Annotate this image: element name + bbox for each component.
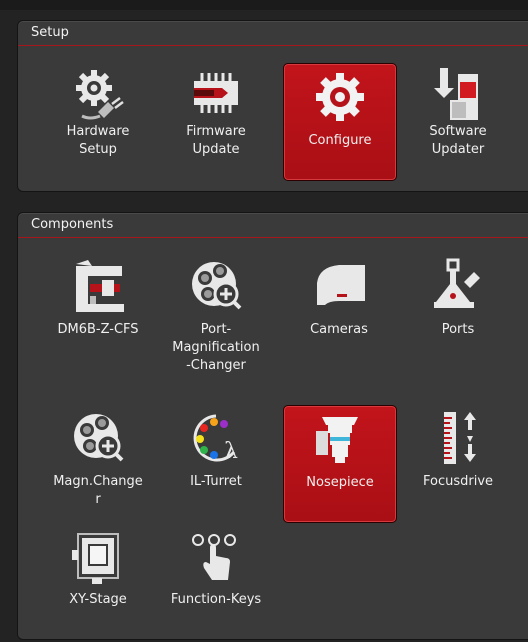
filter-turret-icon: λ <box>186 409 246 467</box>
top-strip <box>0 0 528 10</box>
nosepiece-button[interactable]: Nosepiece <box>283 405 397 523</box>
ports-icon <box>428 257 488 315</box>
port-magnification-changer-button[interactable]: Port- Magnification -Changer <box>160 257 272 375</box>
gear-icon <box>310 68 370 126</box>
focusdrive-button[interactable]: Focusdrive <box>402 409 514 491</box>
software-updater-button[interactable]: Software Updater <box>402 65 514 177</box>
ports-button[interactable]: Ports <box>402 257 514 339</box>
firmware-update-button[interactable]: Firmware Update <box>160 65 272 177</box>
hardware-setup-label: Hardware Setup <box>66 124 130 157</box>
chip-icon <box>186 65 246 123</box>
configure-button[interactable]: Configure <box>283 63 397 181</box>
ports-label: Ports <box>441 322 475 337</box>
dm6b-z-cfs-button[interactable]: DM6B-Z-CFS <box>42 257 154 339</box>
focusdrive-label: Focusdrive <box>422 474 494 489</box>
magnification-changer-icon <box>186 257 246 315</box>
xy-stage-label: XY-Stage <box>69 592 127 607</box>
xy-stage-icon <box>68 529 128 587</box>
il-turret-label: IL-Turret <box>190 474 242 489</box>
software-updater-label: Software Updater <box>429 124 487 157</box>
magnification-changer-icon <box>68 409 128 467</box>
magn-changer-button[interactable]: Magn.Change r <box>42 409 154 509</box>
software-update-icon <box>428 65 488 123</box>
components-header: Components <box>18 213 528 238</box>
setup-panel: Setup Hardware Setup Firmware Update Con… <box>17 20 528 192</box>
hardware-setup-button[interactable]: Hardware Setup <box>42 65 154 177</box>
nosepiece-icon <box>310 410 370 468</box>
configure-label: Configure <box>308 133 372 148</box>
function-keys-label: Function-Keys <box>170 592 262 607</box>
microscope-icon <box>68 257 128 315</box>
magn-changer-label: Magn.Change r <box>53 474 143 507</box>
gear-plug-icon <box>68 65 128 123</box>
dm6b-z-cfs-label: DM6B-Z-CFS <box>57 322 139 337</box>
xy-stage-button[interactable]: XY-Stage <box>42 529 154 609</box>
il-turret-button[interactable]: λ IL-Turret <box>160 409 272 491</box>
svg-text:λ: λ <box>224 439 238 464</box>
setup-header: Setup <box>18 21 528 46</box>
cameras-label: Cameras <box>310 322 368 337</box>
components-panel: Components DM6B-Z-CFS Port- Magnificatio… <box>17 212 528 640</box>
cameras-button[interactable]: Cameras <box>283 257 395 339</box>
camera-icon <box>309 257 369 315</box>
nosepiece-label: Nosepiece <box>306 475 374 490</box>
port-magnification-changer-label: Port- Magnification -Changer <box>172 322 260 373</box>
firmware-update-label: Firmware Update <box>186 124 246 157</box>
function-keys-button[interactable]: Function-Keys <box>160 529 272 609</box>
function-keys-icon <box>186 529 246 587</box>
focusdrive-icon <box>428 409 488 467</box>
